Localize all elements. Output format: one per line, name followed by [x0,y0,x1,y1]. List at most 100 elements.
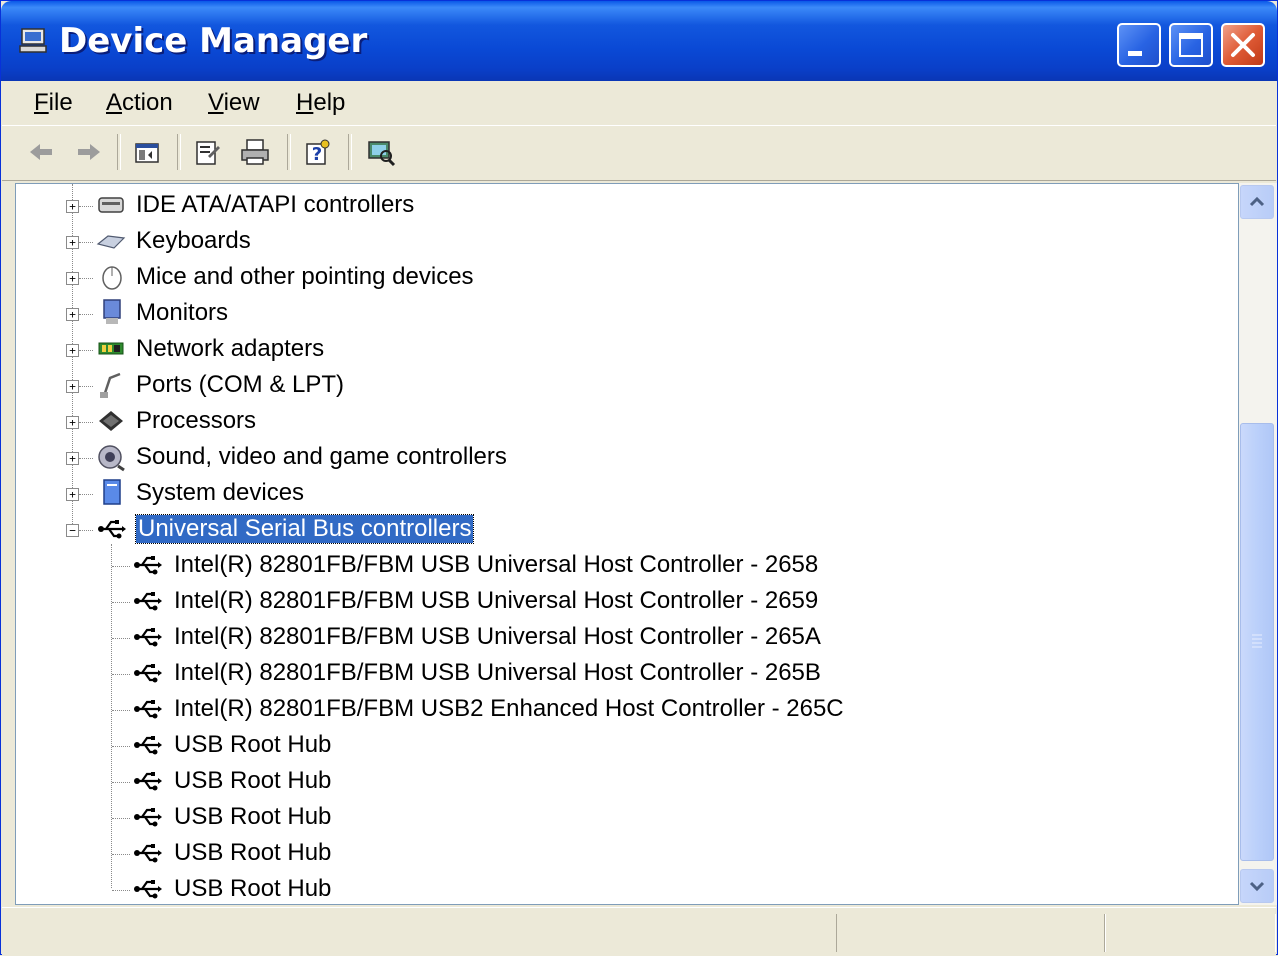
chevron-up-icon [1249,196,1265,207]
menu-file[interactable]: File [34,89,73,117]
scroll-thumb[interactable] [1240,423,1274,861]
tree-device[interactable]: USB Root Hub [16,726,1236,762]
port-icon [100,372,121,398]
usb-icon [134,664,162,683]
toolbar-separator [287,134,291,170]
tree-connector [112,782,130,783]
monitor-icon [103,299,121,324]
usb-icon [134,844,162,863]
toolbar-separator [177,134,181,170]
device-manager-window: Device Manager File Action View Help ? +… [0,0,1278,956]
tree-category-label[interactable]: Keyboards [136,227,251,255]
menu-help[interactable]: Help [296,89,345,117]
tree-category[interactable]: + Sound, video and game controllers [16,438,1236,474]
tree-category[interactable]: + System devices [16,474,1236,510]
expand-button[interactable]: + [66,344,79,357]
tree-device[interactable]: Intel(R) 82801FB/FBM USB2 Enhanced Host … [16,690,1236,726]
expand-button[interactable]: + [66,488,79,501]
tree-category[interactable]: + Network adapters [16,330,1236,366]
plus-icon: + [69,488,76,501]
usb-icon [134,628,162,647]
tree-device[interactable]: Intel(R) 82801FB/FBM USB Universal Host … [16,618,1236,654]
scroll-up-button[interactable] [1240,185,1274,219]
tree-category-label[interactable]: Monitors [136,299,228,327]
tree-device-label[interactable]: Intel(R) 82801FB/FBM USB Universal Host … [174,551,818,579]
expand-button[interactable]: + [66,200,79,213]
device-tree[interactable]: + IDE ATA/ATAPI controllers + Keyboards + Mic… [15,183,1239,905]
expand-button[interactable]: + [66,380,79,393]
tree-device[interactable]: Intel(R) 82801FB/FBM USB Universal Host … [16,654,1236,690]
title-bar[interactable]: Device Manager [1,1,1277,81]
scan-hardware-icon[interactable] [364,136,398,168]
tree-category[interactable]: − Universal Serial Bus controllers [16,510,1236,546]
plus-icon: + [69,344,76,357]
help-icon[interactable]: ? [300,136,334,168]
plus-icon: + [69,272,76,285]
status-pane [1104,914,1276,952]
minimize-button[interactable] [1117,23,1161,67]
keyboard-icon [96,235,126,249]
tree-connector [79,242,93,243]
back-icon[interactable] [24,136,58,168]
expand-button[interactable]: + [66,452,79,465]
maximize-button[interactable] [1169,23,1213,67]
plus-icon: + [69,452,76,465]
tree-device-label[interactable]: Intel(R) 82801FB/FBM USB Universal Host … [174,587,818,615]
tree-category[interactable]: + Processors [16,402,1236,438]
minus-icon: − [69,524,76,537]
tree-device-label[interactable]: USB Root Hub [174,803,331,831]
expand-button[interactable]: + [66,272,79,285]
usb-icon [134,592,162,611]
tree-connector [79,422,93,423]
tree-connector [79,530,93,531]
tree-device-label[interactable]: USB Root Hub [174,875,331,903]
collapse-button[interactable]: − [66,524,79,537]
print-icon[interactable] [238,136,272,168]
tree-connector [79,386,93,387]
menu-view[interactable]: View [208,89,260,117]
tree-device-label[interactable]: Intel(R) 82801FB/FBM USB Universal Host … [174,659,821,687]
tree-device-label[interactable]: USB Root Hub [174,767,331,795]
tree-category-label[interactable]: Mice and other pointing devices [136,263,474,291]
tree-category-label[interactable]: System devices [136,479,304,507]
tree-category-label[interactable]: Network adapters [136,335,324,363]
tree-category-label[interactable]: IDE ATA/ATAPI controllers [136,191,414,219]
vertical-scrollbar[interactable] [1239,183,1277,905]
scroll-down-button[interactable] [1240,869,1274,903]
tree-connector [112,566,130,567]
tree-category[interactable]: + Monitors [16,294,1236,330]
tree-connector [112,674,130,675]
expand-button[interactable]: + [66,236,79,249]
tree-category[interactable]: + Mice and other pointing devices [16,258,1236,294]
tree-device[interactable]: USB Root Hub [16,834,1236,870]
menu-action[interactable]: Action [106,89,173,117]
tree-device[interactable]: USB Root Hub [16,870,1236,904]
tree-category[interactable]: + IDE ATA/ATAPI controllers [16,186,1236,222]
tree-connector [79,458,93,459]
tree-category-label[interactable]: Universal Serial Bus controllers [134,514,475,544]
status-pane [836,914,1106,952]
tree-device[interactable]: USB Root Hub [16,798,1236,834]
expand-button[interactable]: + [66,308,79,321]
properties-icon[interactable] [190,136,224,168]
tree-device-label[interactable]: Intel(R) 82801FB/FBM USB2 Enhanced Host … [174,695,844,723]
tree-category-label[interactable]: Ports (COM & LPT) [136,371,344,399]
tree-device[interactable]: Intel(R) 82801FB/FBM USB Universal Host … [16,582,1236,618]
close-button[interactable] [1221,23,1265,67]
tree-device[interactable]: Intel(R) 82801FB/FBM USB Universal Host … [16,546,1236,582]
ide-controller-icon [98,197,124,213]
show-hide-console-tree-icon[interactable] [130,136,164,168]
forward-icon[interactable] [72,136,106,168]
tree-category[interactable]: + Ports (COM & LPT) [16,366,1236,402]
tree-connector [112,710,130,711]
tree-category[interactable]: + Keyboards [16,222,1236,258]
toolbar-separator [117,134,121,170]
tree-device-label[interactable]: Intel(R) 82801FB/FBM USB Universal Host … [174,623,821,651]
tree-category-label[interactable]: Sound, video and game controllers [136,443,507,471]
tree-device[interactable]: USB Root Hub [16,762,1236,798]
tree-device-label[interactable]: USB Root Hub [174,731,331,759]
close-icon [1231,33,1255,57]
tree-device-label[interactable]: USB Root Hub [174,839,331,867]
expand-button[interactable]: + [66,416,79,429]
tree-category-label[interactable]: Processors [136,407,256,435]
